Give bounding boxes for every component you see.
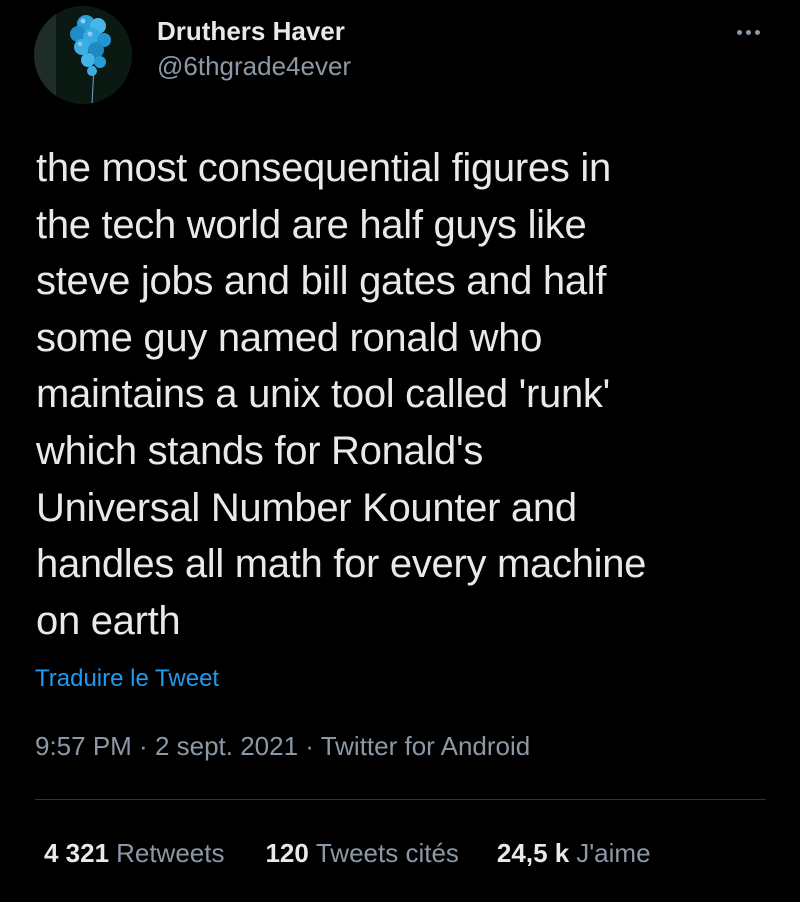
display-name[interactable]: Druthers Haver — [157, 14, 351, 48]
tweet-text-line: steve jobs and bill gates and half — [36, 259, 607, 304]
divider — [35, 799, 766, 800]
likes-count: 24,5 k — [496, 838, 570, 868]
author-block[interactable]: Druthers Haver @6thgrade4ever — [157, 14, 351, 84]
tweet-date[interactable]: 2 sept. 2021 — [155, 731, 298, 761]
tweet-text-line: on earth — [36, 598, 181, 643]
meta-separator: · — [131, 731, 155, 761]
tweet-metadata: 9:57 PM · 2 sept. 2021 · Twitter for And… — [35, 729, 530, 763]
more-options-button[interactable] — [728, 20, 768, 44]
quote-tweets-count: 120 — [265, 838, 309, 868]
retweets-label: Retweets — [116, 838, 225, 868]
engagement-stats: 4 321 Retweets 120 Tweets cités 24,5 k J… — [44, 835, 651, 871]
tweet-source[interactable]: Twitter for Android — [321, 731, 531, 761]
tweet-text: the most consequential figures in the te… — [36, 140, 776, 649]
more-dots-icon — [754, 29, 760, 35]
tweet-text-line: maintains a unix tool called 'runk' — [36, 372, 610, 417]
tweet-text-line: Universal Number Kounter and — [36, 485, 577, 530]
more-dots-icon — [736, 29, 742, 35]
tweet-text-line: some guy named ronald who — [36, 315, 543, 360]
tweet-time[interactable]: 9:57 PM — [35, 731, 132, 761]
tweet-text-line: handles all math for every machine — [36, 542, 647, 587]
likes-label: J'aime — [576, 838, 651, 868]
tweet-detail: Druthers Haver @6thgrade4ever the most c… — [0, 0, 800, 902]
avatar[interactable] — [34, 6, 132, 104]
quote-tweets-label: Tweets cités — [315, 838, 459, 868]
retweets-count: 4 321 — [44, 838, 110, 868]
quote-tweets-stat[interactable]: 120 Tweets cités — [265, 835, 458, 871]
translate-tweet-link[interactable]: Traduire le Tweet — [35, 664, 219, 694]
more-dots-icon — [745, 29, 751, 35]
balloon-cluster-icon — [34, 6, 132, 104]
tweet-text-line: which stands for Ronald's — [36, 428, 484, 473]
tweet-text-line: the tech world are half guys like — [36, 202, 587, 247]
retweets-stat[interactable]: 4 321 Retweets — [44, 835, 224, 871]
likes-stat[interactable]: 24,5 k J'aime — [497, 835, 651, 871]
user-handle[interactable]: @6thgrade4ever — [157, 48, 351, 84]
meta-separator: · — [298, 731, 321, 761]
tweet-text-line: the most consequential figures in — [36, 146, 611, 190]
